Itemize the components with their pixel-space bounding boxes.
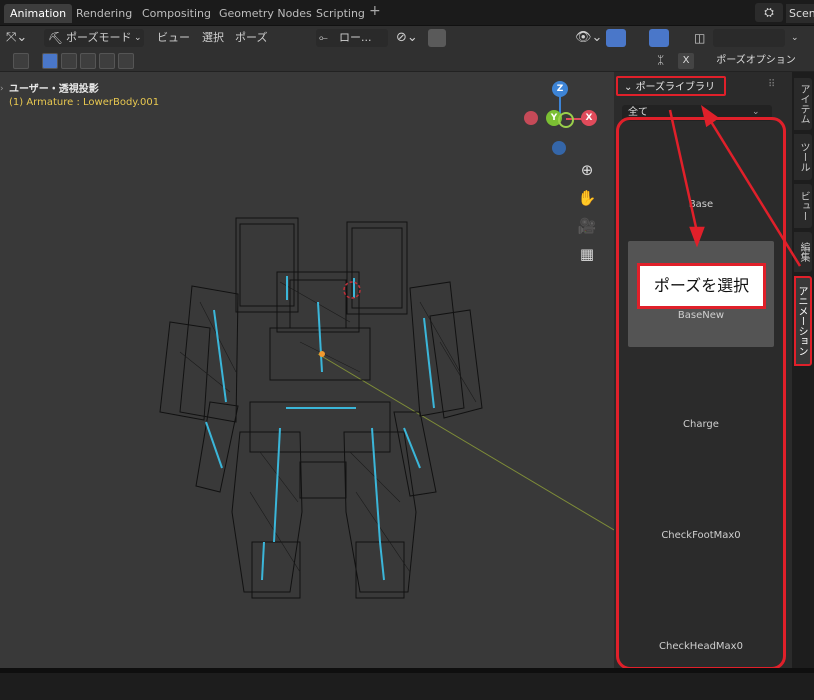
select-pose-callout: ポーズを選択: [637, 263, 766, 309]
annotation-arrows: [668, 105, 802, 267]
window-bottom-edge: [0, 668, 814, 673]
arrow-to-pose-list: [668, 109, 699, 233]
arrow-to-pose-library-header: [708, 119, 802, 267]
